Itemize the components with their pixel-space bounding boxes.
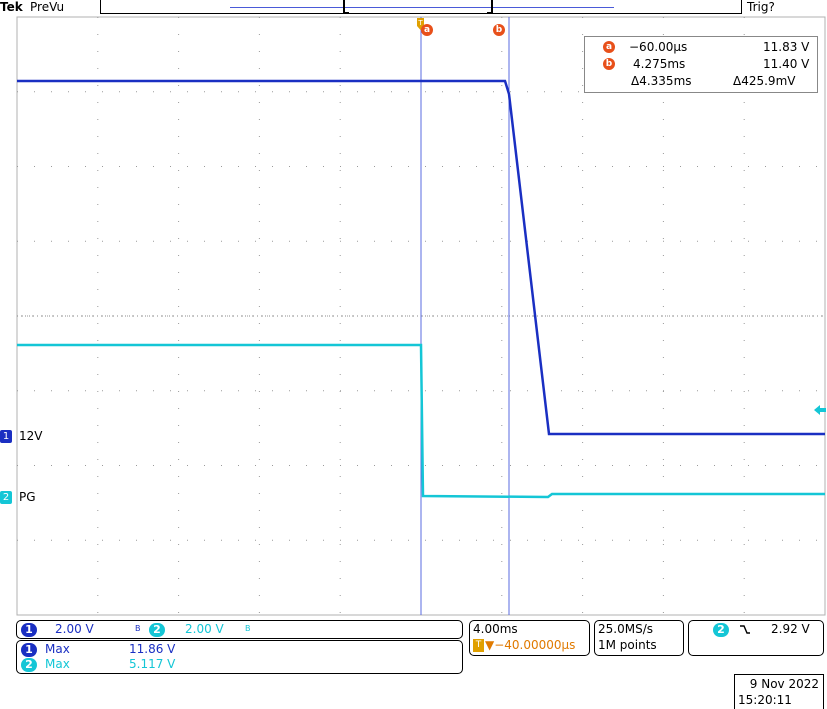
trigger-position-badge: T	[473, 639, 484, 652]
cursor-a-time: −60.00µs	[629, 40, 688, 54]
record-length: 1M points	[598, 638, 657, 652]
oscilloscope-screen: Tek PreVu Trig? T a b a −60.00µs 11.83 V…	[0, 0, 827, 709]
ch1-marker-number: 1	[0, 430, 12, 443]
datetime-panel: 9 Nov 2022 15:20:11	[734, 674, 824, 709]
acquisition-panel[interactable]: 25.0MS/s 1M points	[594, 620, 684, 656]
cursor-delta-volt: Δ425.9mV	[733, 74, 796, 88]
ch2-label: PG	[19, 490, 36, 504]
meas2-value: 5.117 V	[129, 657, 176, 671]
ch1-scale-badge: 1	[21, 623, 37, 637]
trigger-position: ▼−40.00000µs	[485, 638, 576, 652]
ch1-label: 12V	[19, 429, 43, 443]
trigger-level: 2.92 V	[771, 622, 810, 636]
cursor-delta-row: Δ4.335ms Δ425.9mV	[603, 74, 813, 90]
ch1-bw-limit: B	[135, 624, 141, 633]
measurement-row-1: 1 Max 11.86 V	[17, 642, 457, 658]
ch2-scale: 2.00 V	[185, 622, 224, 636]
measurement-panel[interactable]: 1 Max 11.86 V 2 Max 5.117 V	[16, 640, 463, 674]
cursor-b-volt: 11.40 V	[763, 57, 810, 71]
cursor-b-readout-badge: b	[603, 58, 615, 70]
sample-rate: 25.0MS/s	[598, 622, 653, 636]
cursor-b-time: 4.275ms	[633, 57, 686, 71]
meas1-value: 11.86 V	[129, 642, 176, 656]
cursor-a-volt: 11.83 V	[763, 40, 810, 54]
meas2-name: Max	[45, 657, 70, 671]
meas1-channel-badge: 1	[21, 643, 37, 657]
cursor-a-row: a −60.00µs 11.83 V	[603, 40, 813, 56]
horizontal-scale: 4.00ms	[473, 622, 518, 636]
trigger-source-badge: 2	[713, 623, 729, 637]
trigger-level-arrow[interactable]	[814, 404, 826, 416]
channel-scale-panel[interactable]: 1 2.00 V B 2 2.00 V B	[16, 620, 463, 639]
cursor-b-row: b 4.275ms 11.40 V	[603, 57, 813, 73]
trigger-panel[interactable]: 2 2.92 V	[688, 620, 824, 656]
cursor-b-marker[interactable]: b	[493, 22, 505, 36]
meas2-channel-badge: 2	[21, 658, 37, 672]
cursor-a-badge: a	[421, 23, 433, 36]
meas1-name: Max	[45, 642, 70, 656]
cursor-a-marker[interactable]: a	[421, 22, 433, 36]
ch2-marker-number: 2	[0, 491, 12, 504]
horizontal-panel[interactable]: 4.00ms T ▼−40.00000µs	[469, 620, 590, 656]
ch1-scale: 2.00 V	[55, 622, 94, 636]
trigger-slope-icon	[739, 623, 751, 638]
ch2-bw-limit: B	[245, 624, 251, 633]
graticule	[16, 16, 826, 616]
cursor-a-readout-badge: a	[603, 41, 615, 53]
date: 9 Nov 2022	[749, 677, 819, 691]
measurement-row-2: 2 Max 5.117 V	[17, 657, 457, 673]
cursor-b-badge: b	[493, 23, 505, 36]
cursor-delta-time: Δ4.335ms	[631, 74, 692, 88]
cursor-readout-panel: a −60.00µs 11.83 V b 4.275ms 11.40 V Δ4.…	[584, 36, 818, 93]
time: 15:20:11	[738, 693, 792, 707]
ch2-scale-badge: 2	[149, 623, 165, 637]
